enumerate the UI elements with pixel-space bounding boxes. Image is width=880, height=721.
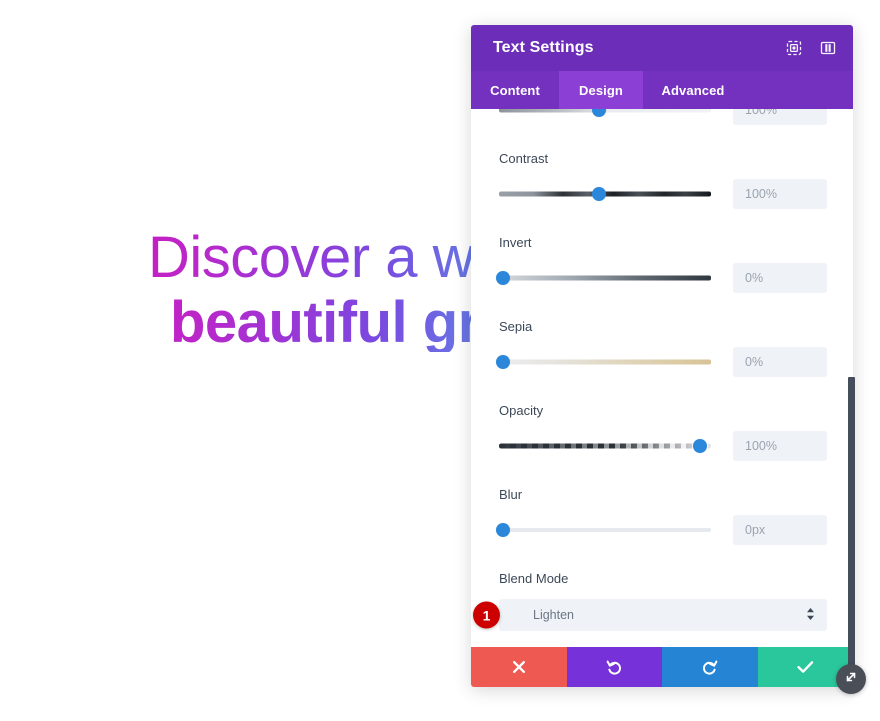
slider-row-contrast: 100% xyxy=(499,179,827,209)
slider-opacity[interactable] xyxy=(499,437,711,455)
slider-track-sepia xyxy=(499,359,711,365)
checkmark-icon xyxy=(797,660,814,674)
slider-track-invert xyxy=(499,275,711,281)
slider-contrast[interactable] xyxy=(499,185,711,203)
modal-body: 100% Contrast 100% Invert 0% Sepia 0% Op… xyxy=(471,109,853,647)
tab-design[interactable]: Design xyxy=(559,71,643,109)
slider-track-opacity xyxy=(499,443,711,449)
slider-knob-invert[interactable] xyxy=(496,271,511,285)
control-row-opacity: Opacity 100% xyxy=(471,403,853,461)
control-row-sepia: Sepia 0% xyxy=(471,319,853,377)
vertical-scrollbar-thumb[interactable] xyxy=(848,377,855,679)
slider-invert[interactable] xyxy=(496,269,711,287)
slider-knob-contrast[interactable] xyxy=(591,187,606,201)
blend-mode-value: Lighten xyxy=(533,608,575,622)
page-title: Text Settings xyxy=(493,39,594,56)
control-label-invert: Invert xyxy=(499,235,532,250)
focus-target-icon[interactable] xyxy=(785,39,803,57)
blend-mode-select-wrap: 1 Lighten xyxy=(473,599,827,631)
tab-advanced[interactable]: Advanced xyxy=(643,71,743,109)
tab-design-label: Design xyxy=(579,82,623,98)
slider-sepia[interactable] xyxy=(496,353,711,371)
control-row-blur: Blur 0px xyxy=(471,487,853,545)
slider-blur[interactable] xyxy=(496,521,711,539)
control-label-sepia: Sepia xyxy=(499,319,533,334)
control-label-blend-mode: Blend Mode xyxy=(499,571,569,586)
slider-track-blur xyxy=(499,528,711,532)
slider-value-sepia[interactable]: 0% xyxy=(733,347,827,377)
slider-value-clipped[interactable]: 100% xyxy=(733,109,827,125)
resize-handle[interactable] xyxy=(836,664,866,694)
slider-value-blur[interactable]: 0px xyxy=(733,515,827,545)
header-icon-group xyxy=(785,39,837,57)
close-icon xyxy=(512,660,526,674)
step-badge-1: 1 xyxy=(473,601,500,629)
modal-tabs: Content Design Advanced xyxy=(471,71,853,109)
redo-icon xyxy=(701,659,718,676)
slider-row-invert: 0% xyxy=(496,263,827,293)
slider-value-opacity[interactable]: 100% xyxy=(733,431,827,461)
tab-content[interactable]: Content xyxy=(471,71,559,109)
screen-root: Discover a wo beautiful gr Text Settings xyxy=(0,0,880,721)
slider-row-opacity: 100% xyxy=(499,431,827,461)
slider-row-clipped: 100% xyxy=(499,109,827,125)
settings-scroll-area: 100% Contrast 100% Invert 0% Sepia 0% Op… xyxy=(471,109,853,647)
slider-knob-blur[interactable] xyxy=(496,523,511,537)
text-settings-modal: Text Settings Content Design Advanced 10… xyxy=(471,25,853,687)
blend-mode-select[interactable]: Lighten xyxy=(499,599,827,631)
slider-knob-opacity[interactable] xyxy=(693,439,708,453)
modal-header: Text Settings xyxy=(471,25,853,71)
slider-value-invert[interactable]: 0% xyxy=(733,263,827,293)
resize-diagonal-icon xyxy=(843,669,859,690)
slider-row-sepia: 0% xyxy=(496,347,827,377)
control-row-contrast: Contrast 100% xyxy=(471,151,853,209)
redo-button[interactable] xyxy=(662,647,758,687)
undo-icon xyxy=(606,659,623,676)
slider-knob-clipped[interactable] xyxy=(591,109,606,117)
control-row-invert: Invert 0% xyxy=(471,235,853,293)
slider-knob-sepia[interactable] xyxy=(496,355,511,369)
modal-footer xyxy=(471,647,853,687)
control-row-blend-mode: Blend Mode 1 Lighten xyxy=(471,571,853,631)
control-row-clipped: 100% xyxy=(471,109,853,125)
undo-button[interactable] xyxy=(566,647,662,687)
tab-advanced-label: Advanced xyxy=(661,82,725,98)
control-label-contrast: Contrast xyxy=(499,151,549,166)
layout-panel-icon[interactable] xyxy=(819,39,837,57)
control-label-opacity: Opacity xyxy=(499,403,544,418)
cancel-button[interactable] xyxy=(471,647,567,687)
chevron-updown-icon xyxy=(806,607,815,624)
slider-value-contrast[interactable]: 100% xyxy=(733,179,827,209)
control-label-blur: Blur xyxy=(499,487,523,502)
slider-row-blur: 0px xyxy=(496,515,827,545)
tab-content-label: Content xyxy=(490,82,540,98)
slider-clipped[interactable] xyxy=(499,109,711,119)
